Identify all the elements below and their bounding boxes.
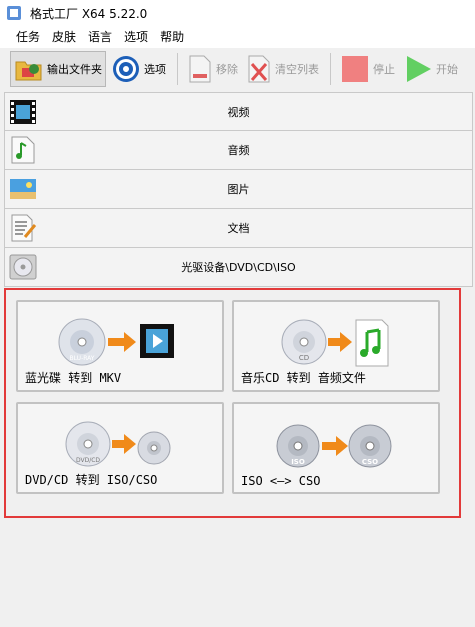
title-bar: 格式工厂 X64 5.22.0 xyxy=(0,0,475,26)
cso-disc-text: CSO xyxy=(362,458,378,466)
clear-list-icon xyxy=(248,55,270,83)
toolbar-separator xyxy=(330,53,331,85)
iso-cso-label: ISO <—> CSO xyxy=(241,474,321,488)
bluray-disc-text: BLU-RAY xyxy=(70,355,95,362)
dvd-to-iso-label: DVD/CD 转到 ISO/CSO xyxy=(25,473,158,487)
play-icon xyxy=(407,56,431,82)
cd-to-audio-icon: CD xyxy=(281,319,389,367)
category-disc-drive[interactable]: 光驱设备\DVD\CD\ISO xyxy=(4,248,473,287)
category-audio-label: 音频 xyxy=(227,144,250,157)
clear-list-button[interactable]: 清空列表 xyxy=(243,51,322,87)
menu-skin[interactable]: 皮肤 xyxy=(46,26,82,48)
category-document[interactable]: 文档 xyxy=(4,209,473,248)
picture-icon xyxy=(10,179,36,199)
bluray-to-mkv-label: 蓝光碟 转到 MKV xyxy=(25,371,122,385)
bluray-to-mkv-button[interactable]: BLU-RAY 蓝光碟 转到 MKV xyxy=(16,300,224,392)
remove-button[interactable]: 移除 xyxy=(184,51,241,87)
category-video-label: 视频 xyxy=(227,105,250,119)
music-note-icon xyxy=(11,136,35,164)
options-label: 选项 xyxy=(144,63,166,76)
category-document-label: 文档 xyxy=(227,222,250,235)
options-button[interactable]: 选项 xyxy=(108,51,169,87)
menu-help[interactable]: 帮助 xyxy=(154,26,190,48)
menu-bar: 任务 皮肤 语言 选项 帮助 xyxy=(0,26,475,48)
stop-label: 停止 xyxy=(373,63,395,76)
menu-options[interactable]: 选项 xyxy=(118,26,154,48)
document-icon xyxy=(11,214,37,242)
audio-cd-to-audio-button[interactable]: CD 音乐CD 转到 音频文件 xyxy=(232,300,440,392)
menu-language[interactable]: 语言 xyxy=(82,26,118,48)
folder-icon xyxy=(15,61,42,81)
audio-cd-to-audio-label: 音乐CD 转到 音频文件 xyxy=(241,371,366,385)
stop-button[interactable]: 停止 xyxy=(337,51,398,87)
dvd-to-iso-button[interactable]: DVD/CD DVD/CD 转到 ISO/CSO xyxy=(16,402,224,494)
iso-cso-icon: ISO CSO xyxy=(276,424,392,468)
dvd-disc-text: DVD/CD xyxy=(76,457,100,464)
category-list: 视频 音频 图片 文档 光驱设备\DVD\CD\ISO xyxy=(4,92,473,287)
iso-disc-text: ISO xyxy=(291,458,305,466)
stop-icon xyxy=(342,56,368,82)
category-picture-label: 图片 xyxy=(227,183,250,196)
dvd-to-iso-icon: DVD/CD xyxy=(65,421,171,467)
options-gear-icon xyxy=(113,56,139,82)
category-picture[interactable]: 图片 xyxy=(4,170,473,209)
category-disc-drive-label: 光驱设备\DVD\CD\ISO xyxy=(181,261,296,274)
disc-tools-panel: BLU-RAY 蓝光碟 转到 MKV CD 音乐CD 转到 音频文件 DVD/C… xyxy=(4,288,461,518)
menu-task[interactable]: 任务 xyxy=(10,26,46,48)
bluray-to-video-icon: BLU-RAY xyxy=(58,318,174,366)
remove-icon xyxy=(189,55,211,83)
start-button[interactable]: 开始 xyxy=(400,51,461,87)
empty-content-area xyxy=(0,520,475,627)
clear-list-label: 清空列表 xyxy=(275,63,319,76)
app-logo-icon xyxy=(7,6,21,20)
category-video[interactable]: 视频 xyxy=(4,92,473,131)
remove-label: 移除 xyxy=(216,63,238,76)
iso-cso-button[interactable]: ISO CSO ISO <—> CSO xyxy=(232,402,440,494)
output-folder-label: 输出文件夹 xyxy=(47,63,102,76)
toolbar: 输出文件夹 选项 移除 清空列表 停止 开始 xyxy=(0,48,475,90)
film-icon xyxy=(10,100,36,124)
disc-drive-icon xyxy=(9,254,37,280)
category-audio[interactable]: 音频 xyxy=(4,131,473,170)
start-label: 开始 xyxy=(436,63,458,76)
window-title: 格式工厂 X64 5.22.0 xyxy=(30,6,148,21)
output-folder-button[interactable]: 输出文件夹 xyxy=(10,51,106,87)
toolbar-separator xyxy=(177,53,178,85)
cd-disc-text: CD xyxy=(299,354,309,362)
